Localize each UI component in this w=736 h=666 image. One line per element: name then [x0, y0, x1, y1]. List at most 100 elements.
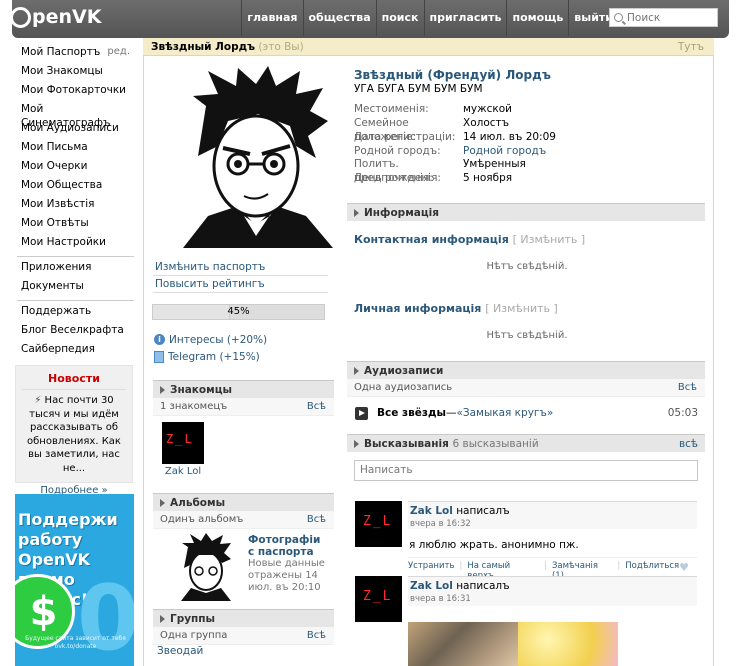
nav-groups[interactable]: общества [302, 0, 376, 36]
sidebar-item-blog[interactable]: Блог Веселкрафта [21, 323, 136, 342]
audio-header[interactable]: Аудиозаписи [347, 361, 705, 379]
sidebar-item-docs[interactable]: Документы [21, 279, 136, 298]
sidebar-item-messages[interactable]: Мои Письма [21, 140, 136, 159]
album-meta: Новые данные отражены 14 июл. въ 20:10 [248, 558, 325, 593]
album-cover[interactable] [176, 533, 236, 601]
banner-bg-shape: 0 [77, 566, 134, 666]
audio-subheader: Одна аудиозапись Всѣ [347, 379, 705, 397]
edit-contact-link[interactable]: [ Измѣнить ] [513, 233, 586, 246]
profile-avatar[interactable] [178, 66, 336, 248]
info-header[interactable]: Информація [347, 203, 705, 221]
play-icon[interactable] [355, 406, 368, 420]
albums-section: Альбомы Одинъ альбомъ Всѣ [153, 493, 334, 529]
search-input[interactable] [627, 11, 712, 24]
bonus-telegram[interactable]: Telegram (+15%) [154, 348, 267, 365]
post-image[interactable] [408, 622, 618, 666]
sidebar: Мой Паспортъ ред. Мои Знакомцы Мои Фотока… [17, 45, 136, 361]
boost-rating-link[interactable]: Повысить рейтингъ [153, 276, 328, 293]
post-author[interactable]: Zak Lol [410, 580, 453, 592]
friends-all-link[interactable]: Всѣ [307, 398, 326, 416]
wall-all-link[interactable]: всѣ [679, 435, 698, 453]
track-title[interactable]: «Замыкая кругъ» [456, 407, 553, 419]
info-row: Дата регистраціи: 14 июл. въ 20:09 [354, 131, 556, 143]
post-time[interactable]: вчера в 16:31 [410, 594, 697, 604]
image-cat [408, 622, 518, 666]
albums-subheader: Одинъ альбомъ Всѣ [153, 511, 334, 529]
info-row: Политъ. предпочтенія: Умѣренныя [354, 158, 526, 184]
info-row: День рожденія: 5 ноября [354, 172, 513, 184]
avatar-zl-text: Z_L [166, 432, 194, 446]
group-link[interactable]: Звеодай [157, 645, 203, 657]
nav-home[interactable]: главная [241, 0, 302, 36]
edit-passport-link[interactable]: Измѣнить паспортъ [153, 259, 328, 276]
wall-header[interactable]: Высказыванія 6 высказываній всѣ [347, 434, 705, 452]
here-link[interactable]: Тутъ [678, 38, 704, 56]
friend-avatar[interactable]: Z_L [162, 422, 204, 464]
search-box[interactable] [609, 8, 718, 27]
news-widget: Новости ⚡ Нас почти 30 тысяч и мы идём р… [15, 365, 133, 496]
wall-input[interactable]: Написать [354, 460, 698, 481]
collapse-arrow-icon [354, 209, 359, 217]
sidebar-item-wiki[interactable]: Сайберпедия [21, 342, 136, 361]
contact-no-data: Нѣтъ свѣдѣній. [486, 261, 568, 272]
sidebar-item-answers[interactable]: Мои Отвѣты [21, 216, 136, 235]
collapse-arrow-icon [160, 499, 165, 507]
collapse-arrow-icon [354, 367, 359, 375]
hometown-link[interactable]: Родной городъ [463, 144, 546, 158]
info-row: Местоименія: мужской [354, 103, 512, 115]
post-author[interactable]: Zak Lol [410, 505, 453, 517]
groups-subheader: Одна группа Всѣ [153, 627, 334, 645]
collapse-arrow-icon [354, 440, 359, 448]
sidebar-item-friends[interactable]: Мои Знакомцы [21, 64, 136, 83]
info-row: Семейное положеніе: Холостъ [354, 117, 510, 143]
personal-no-data: Нѣтъ свѣдѣній. [486, 330, 568, 341]
you-label: (это Вы) [258, 41, 304, 53]
bonus-list: i Интересы (+20%) Telegram (+15%) [154, 331, 267, 365]
sidebar-item-groups[interactable]: Мои Общества [21, 178, 136, 197]
collapse-arrow-icon [160, 386, 165, 394]
openvk-logo[interactable]: penVK [10, 6, 101, 28]
sidebar-divider [17, 300, 134, 301]
sidebar-item-passport[interactable]: Мой Паспортъ ред. [21, 45, 136, 64]
collapse-arrow-icon [160, 615, 165, 623]
nav-invite[interactable]: пригласить [423, 0, 507, 36]
news-title: Новости [48, 372, 100, 385]
sidebar-item-photos[interactable]: Мои Фотокарточки [21, 83, 136, 102]
sidebar-item-audio[interactable]: Мои Аудиозаписи [21, 121, 136, 140]
page-title: Звѣздный Лордъ [151, 41, 255, 53]
friend-name[interactable]: Zak Lol [162, 466, 204, 477]
audio-all-link[interactable]: Всѣ [678, 379, 697, 397]
sidebar-item-apps[interactable]: Приложения [21, 260, 136, 279]
post-header: Zak Lol написалъ вчера в 16:31 [408, 576, 697, 606]
avatar-zl-text: Z_L [363, 589, 393, 604]
edit-link[interactable]: ред. [107, 45, 130, 59]
sidebar-item-news[interactable]: Мои Извѣстія [21, 197, 136, 216]
album-title[interactable]: Фотографіи с паспорта [248, 534, 328, 558]
friends-header[interactable]: Знакомцы [153, 380, 334, 398]
groups-header[interactable]: Группы [153, 609, 334, 627]
sidebar-item-support[interactable]: Поддержать [21, 304, 136, 323]
sidebar-item-notes[interactable]: Мои Очерки [21, 159, 136, 178]
edit-personal-link[interactable]: [ Измѣнить ] [485, 302, 558, 315]
groups-all-link[interactable]: Всѣ [307, 627, 326, 645]
post-author-avatar[interactable]: Z_L [355, 501, 402, 547]
sidebar-divider [17, 256, 134, 257]
info-section: Информація [347, 203, 705, 221]
groups-section: Группы Одна группа Всѣ [153, 609, 334, 645]
donate-banner[interactable]: 0 Поддержи работу OpenVK прямо сейчас! $… [15, 494, 134, 666]
sidebar-item-videos[interactable]: Мой Синематографъ [21, 102, 136, 129]
nav-search[interactable]: поиск [375, 0, 424, 36]
albums-header[interactable]: Альбомы [153, 493, 334, 511]
lightning-icon: ⚡ [34, 395, 42, 406]
post-time[interactable]: вчера в 16:32 [410, 519, 697, 529]
profile-status[interactable]: УГА БУГА БУМ БУМ БУМ [354, 83, 483, 95]
sidebar-item-settings[interactable]: Мои Настройки [21, 235, 136, 254]
document-icon [154, 350, 164, 363]
profile-actions: Измѣнить паспортъ Повысить рейтингъ [153, 259, 328, 293]
nav-help[interactable]: помощь [506, 0, 568, 36]
post-author-avatar[interactable]: Z_L [355, 576, 402, 622]
info-row: Родной городъ: Родной городъ [354, 144, 547, 158]
progress-label: 45% [227, 306, 250, 317]
bonus-interests[interactable]: i Интересы (+20%) [154, 331, 267, 348]
albums-all-link[interactable]: Всѣ [307, 511, 326, 529]
